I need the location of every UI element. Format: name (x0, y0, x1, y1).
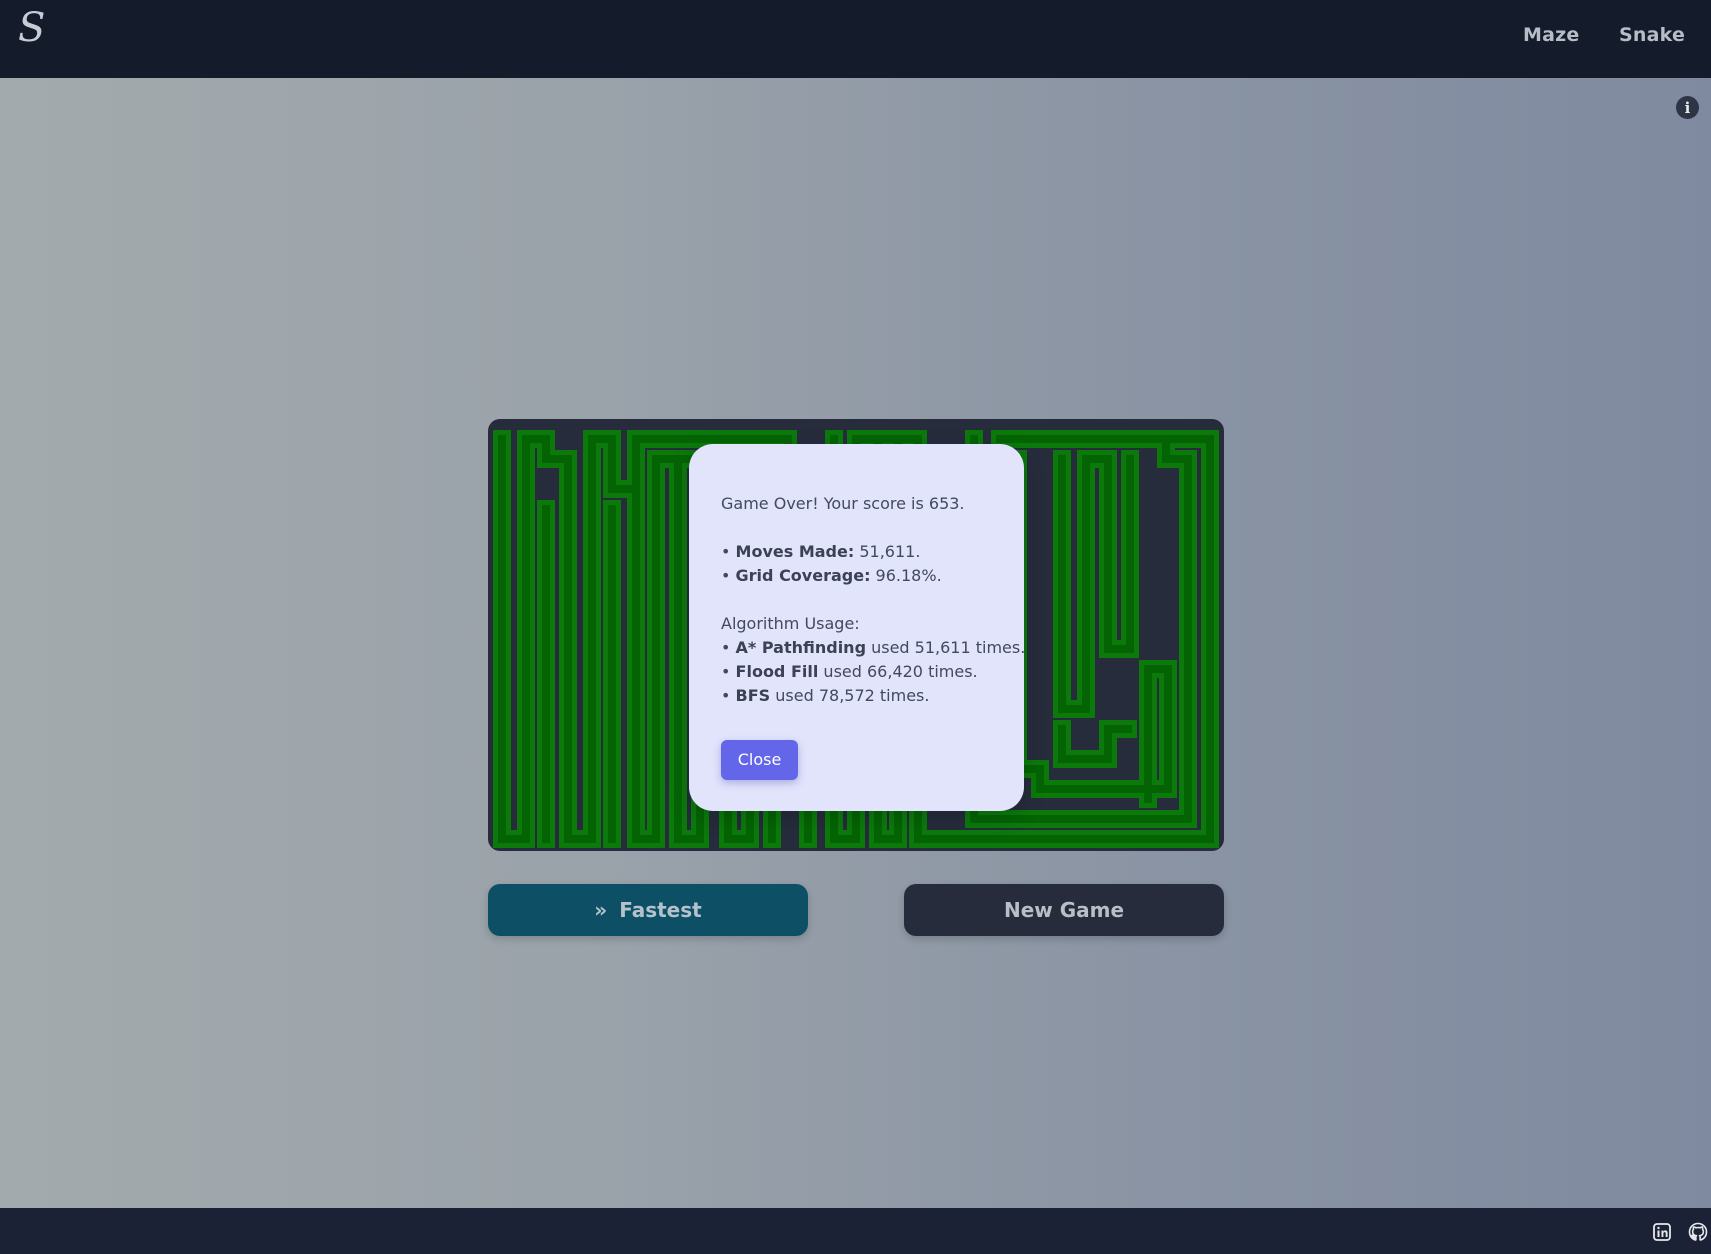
score-message: Game Over! Your score is 653. (721, 494, 965, 513)
bullet: • (721, 686, 736, 705)
nav-link-maze[interactable]: Maze (1523, 24, 1579, 46)
nav-link-snake[interactable]: Snake (1619, 24, 1685, 46)
close-button[interactable]: Close (721, 740, 798, 780)
algorithm-name: A* Pathfinding (735, 638, 867, 657)
bullet: • (721, 638, 736, 657)
algorithm-line-astar: • A* Pathfinding used 51,611 times. (721, 636, 1025, 660)
bullet: • (721, 566, 736, 585)
algorithm-usage-text: used 78,572 times. (770, 686, 930, 705)
fast-forward-icon: » (594, 898, 608, 922)
grid-coverage-line: • Grid Coverage: 96.18%. (721, 564, 994, 588)
algorithm-name: Flood Fill (735, 662, 819, 681)
moves-made-label: Moves Made: (735, 542, 855, 561)
info-icon[interactable]: i (1676, 96, 1699, 119)
fastest-button-label: Fastest (619, 898, 702, 922)
algorithm-name: BFS (735, 686, 771, 705)
fastest-button[interactable]: » Fastest (488, 884, 808, 936)
algorithm-line-bfs: • BFS used 78,572 times. (721, 684, 994, 708)
github-icon[interactable] (1688, 1222, 1708, 1242)
moves-made-value: 51,611. (854, 542, 921, 561)
linkedin-icon[interactable] (1652, 1222, 1672, 1242)
grid-coverage-value: 96.18%. (870, 566, 942, 585)
new-game-button[interactable]: New Game (904, 884, 1224, 936)
grid-coverage-label: Grid Coverage: (735, 566, 871, 585)
footer-bar (0, 1208, 1711, 1254)
algorithm-usage-heading: Algorithm Usage: (721, 614, 860, 633)
moves-made-line: • Moves Made: 51,611. (721, 540, 994, 564)
new-game-button-label: New Game (1003, 898, 1125, 922)
bullet: • (721, 662, 736, 681)
top-nav-bar: S Maze Snake (0, 0, 1711, 78)
game-over-modal: Game Over! Your score is 653. • Moves Ma… (689, 444, 1025, 811)
algorithm-line-flood-fill: • Flood Fill used 66,420 times. (721, 660, 994, 684)
bullet: • (721, 542, 736, 561)
site-logo[interactable]: S (18, 8, 45, 48)
algorithm-usage-text: used 51,611 times. (866, 638, 1026, 657)
algorithm-usage-text: used 66,420 times. (818, 662, 978, 681)
